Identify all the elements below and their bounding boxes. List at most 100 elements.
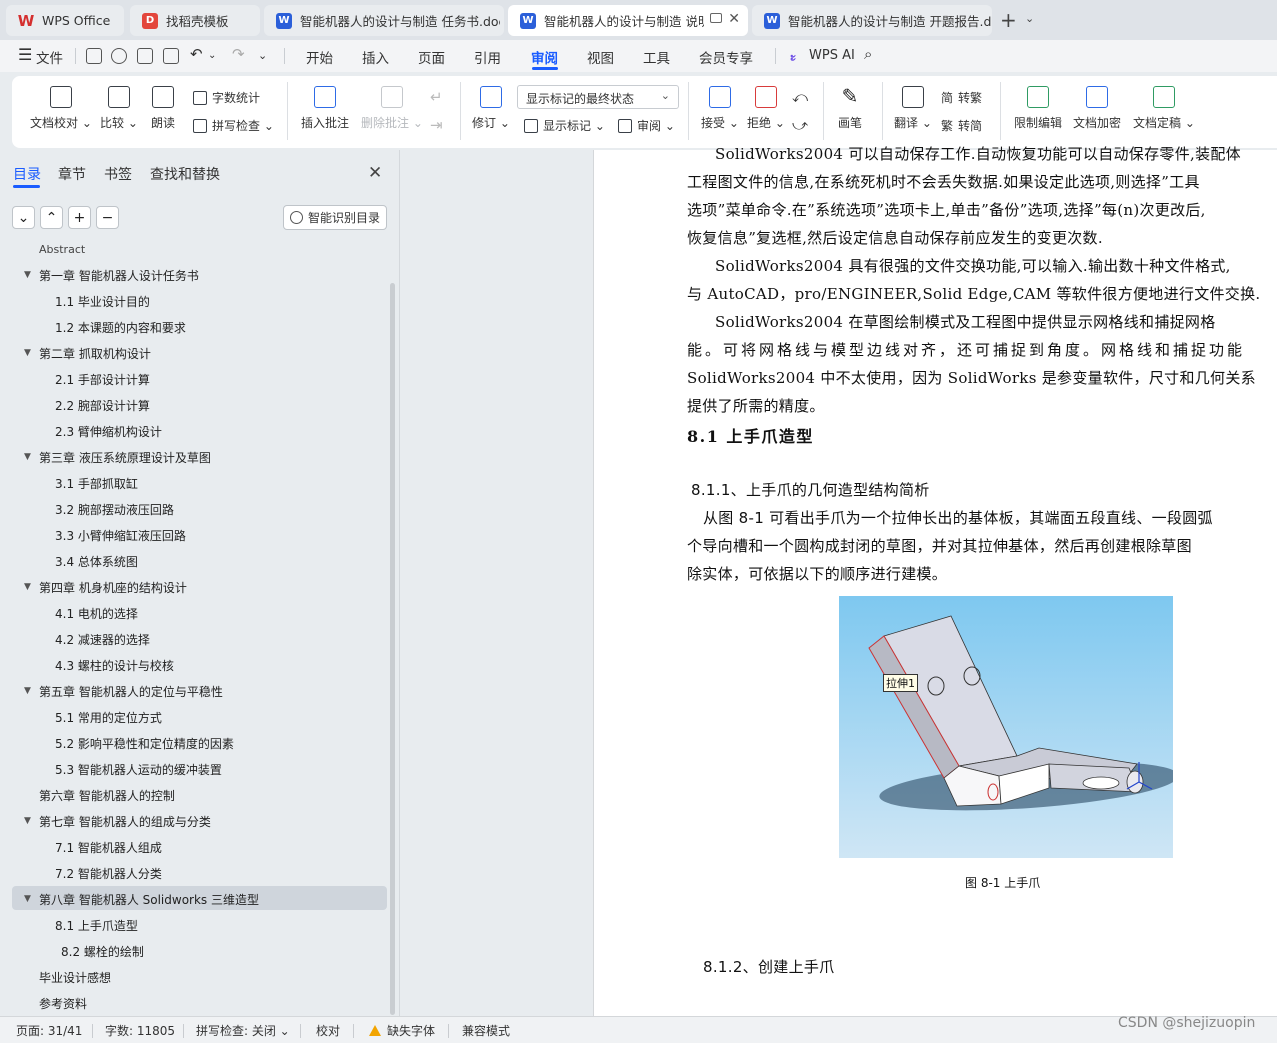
word-count-button[interactable]: 字数统计 [193,89,260,106]
proofread-status[interactable]: 校对 [316,1022,340,1039]
translate-button[interactable]: 翻译 ⌄ [894,86,932,131]
to-simplified-button[interactable]: 繁 转简 [941,117,982,134]
monitor-icon[interactable] [710,13,722,23]
toc-item[interactable]: ▼ 第一章 智能机器人设计任务书 [24,263,199,287]
add-heading-button[interactable]: + [68,206,91,229]
menu-file[interactable]: 文件 [36,47,63,67]
chevron-down-icon[interactable]: ⌄ [208,50,216,61]
expand-triangle-icon[interactable]: ▼ [24,894,31,904]
chevron-down-icon[interactable]: ⌄ [258,49,267,62]
expand-triangle-icon[interactable]: ▼ [24,816,31,826]
toc-item[interactable]: 4.1 电机的选择 [55,601,138,625]
toc-item[interactable]: 1.1 毕业设计目的 [55,289,150,313]
page-indicator[interactable]: 页面: 31/41 [16,1022,82,1039]
tab-docer-templates[interactable]: D 找稻壳模板 [130,5,260,36]
finalize-button[interactable]: 文档定稿 ⌄ [1133,86,1195,131]
read-aloud-button[interactable]: 朗读 [151,86,175,131]
toc-item[interactable]: ▼ 第五章 智能机器人的定位与平稳性 [24,679,223,703]
close-icon[interactable]: ✕ [728,11,740,27]
toc-item[interactable]: 2.3 臂伸缩机构设计 [55,419,162,443]
toc-item[interactable]: 3.4 总体系统图 [55,549,138,573]
nav-scrollbar[interactable] [390,283,395,1015]
toc-item[interactable]: 1.2 本课题的内容和要求 [55,315,186,339]
remove-heading-button[interactable]: − [96,206,119,229]
compare-button[interactable]: 比较 ⌄ [100,86,138,131]
toc-item[interactable]: 4.3 螺柱的设计与校核 [55,653,174,677]
accept-button[interactable]: 接受 ⌄ [701,86,739,131]
smart-toc-button[interactable]: 智能识别目录 [283,205,387,230]
previous-change-icon[interactable]: ⤺ [792,88,808,106]
toc-item[interactable]: 7.1 智能机器人组成 [55,835,162,859]
menu-tools[interactable]: 工具 [643,47,670,67]
expand-triangle-icon[interactable]: ▼ [24,270,31,280]
toc-item[interactable]: ▼ 第七章 智能机器人的组成与分类 [24,809,211,833]
insert-comment-button[interactable]: 插入批注 [301,86,349,131]
close-icon[interactable]: ✕ [368,163,382,183]
hamburger-icon[interactable]: ☰ [18,45,32,64]
review-pane-button[interactable]: 审阅 ⌄ [618,117,675,134]
spell-check-status[interactable]: 拼写检查: 关闭 ⌄ [196,1022,290,1039]
search-icon[interactable]: ⌕ [864,45,872,63]
redo-icon[interactable]: ↷ [232,45,245,63]
toc-item[interactable]: 3.1 手部抓取缸 [55,471,138,495]
menu-page[interactable]: 页面 [418,47,445,67]
delete-comment-button[interactable]: 删除批注 ⌄ [361,86,423,131]
toc-item[interactable]: 8.2 螺栓的绘制 [61,939,144,963]
show-markup-button[interactable]: 显示标记 ⌄ [524,117,605,134]
next-comment-icon[interactable]: ⇥ [430,116,443,134]
expand-up-button[interactable]: ⌃ [40,206,63,229]
expand-triangle-icon[interactable]: ▼ [24,686,31,696]
restrict-edit-button[interactable]: 限制编辑 [1014,86,1062,131]
word-count-status[interactable]: 字数: 11805 [105,1022,175,1039]
toc-item[interactable]: 2.2 腕部设计计算 [55,393,150,417]
reject-button[interactable]: 拒绝 ⌄ [747,86,785,131]
toc-item[interactable]: 3.3 小臂伸缩缸液压回路 [55,523,186,547]
toc-item[interactable]: 参考资料 [39,991,87,1015]
tab-task-doc[interactable]: W 智能机器人的设计与制造 任务书.doc [264,5,504,36]
chevron-down-icon[interactable]: ⌄ [1025,12,1034,25]
toc-item[interactable]: 5.3 智能机器人运动的缓冲装置 [55,757,222,781]
link-icon[interactable] [111,48,127,64]
expand-triangle-icon[interactable]: ▼ [24,348,31,358]
revise-button[interactable]: 修订 ⌄ [472,86,510,131]
menu-references[interactable]: 引用 [474,47,501,67]
toc-item[interactable]: ▼ 第二章 抓取机构设计 [24,341,151,365]
missing-font-status[interactable]: 缺失字体 [369,1022,435,1039]
tab-wps-office[interactable]: W WPS Office [6,5,124,36]
toc-item[interactable]: 5.2 影响平稳性和定位精度的因素 [55,731,234,755]
to-traditional-button[interactable]: 简 转繁 [941,89,982,106]
toc-item[interactable]: ▼ 第八章 智能机器人 Solidworks 三维造型 [24,887,259,911]
previous-comment-icon[interactable]: ↵ [430,88,443,106]
nav-tab-find-replace[interactable]: 查找和替换 [150,164,220,184]
nav-tab-bookmarks[interactable]: 书签 [104,164,132,184]
expand-triangle-icon[interactable]: ▼ [24,452,31,462]
menu-membership[interactable]: 会员专享 [699,47,753,67]
figure-upper-gripper[interactable] [839,596,1173,858]
expand-triangle-icon[interactable]: ▼ [24,582,31,592]
pen-button[interactable]: ✎ 画笔 [838,86,862,131]
toc-item[interactable]: 8.1 上手爪造型 [55,913,138,937]
menu-review[interactable]: 审阅 [531,47,558,67]
print-preview-icon[interactable] [163,48,179,64]
toc-item[interactable]: 4.2 减速器的选择 [55,627,150,651]
next-change-icon[interactable]: ⤻ [792,116,808,134]
toc-item[interactable]: 5.1 常用的定位方式 [55,705,162,729]
toc-item[interactable]: 3.2 腕部摆动液压回路 [55,497,174,521]
menu-home[interactable]: 开始 [306,47,333,67]
encrypt-button[interactable]: 文档加密 [1073,86,1121,131]
collapse-all-button[interactable]: ⌄ [12,206,35,229]
spell-check-button[interactable]: 拼写检查 ⌄ [193,117,274,134]
tab-proposal-doc[interactable]: W 智能机器人的设计与制造 开题报告.dc [752,5,992,36]
menu-wps-ai[interactable]: WPS AI [809,48,855,63]
tab-explanation-doc[interactable]: W 智能机器人的设计与制造 说明 ✕ [508,5,748,36]
toc-item[interactable]: 第六章 智能机器人的控制 [39,783,175,807]
menu-view[interactable]: 视图 [587,47,614,67]
markup-state-select[interactable]: 显示标记的最终状态 ⌄ [517,85,679,109]
toc-item[interactable]: ▼ 第三章 液压系统原理设计及草图 [24,445,211,469]
new-tab-plus-icon[interactable]: + [1000,8,1017,32]
undo-icon[interactable]: ↶ [190,45,203,63]
toc-item[interactable]: 7.2 智能机器人分类 [55,861,162,885]
nav-tab-chapters[interactable]: 章节 [58,164,86,184]
toc-item[interactable]: 毕业设计感想 [39,965,111,989]
toc-item[interactable]: 2.1 手部设计计算 [55,367,150,391]
